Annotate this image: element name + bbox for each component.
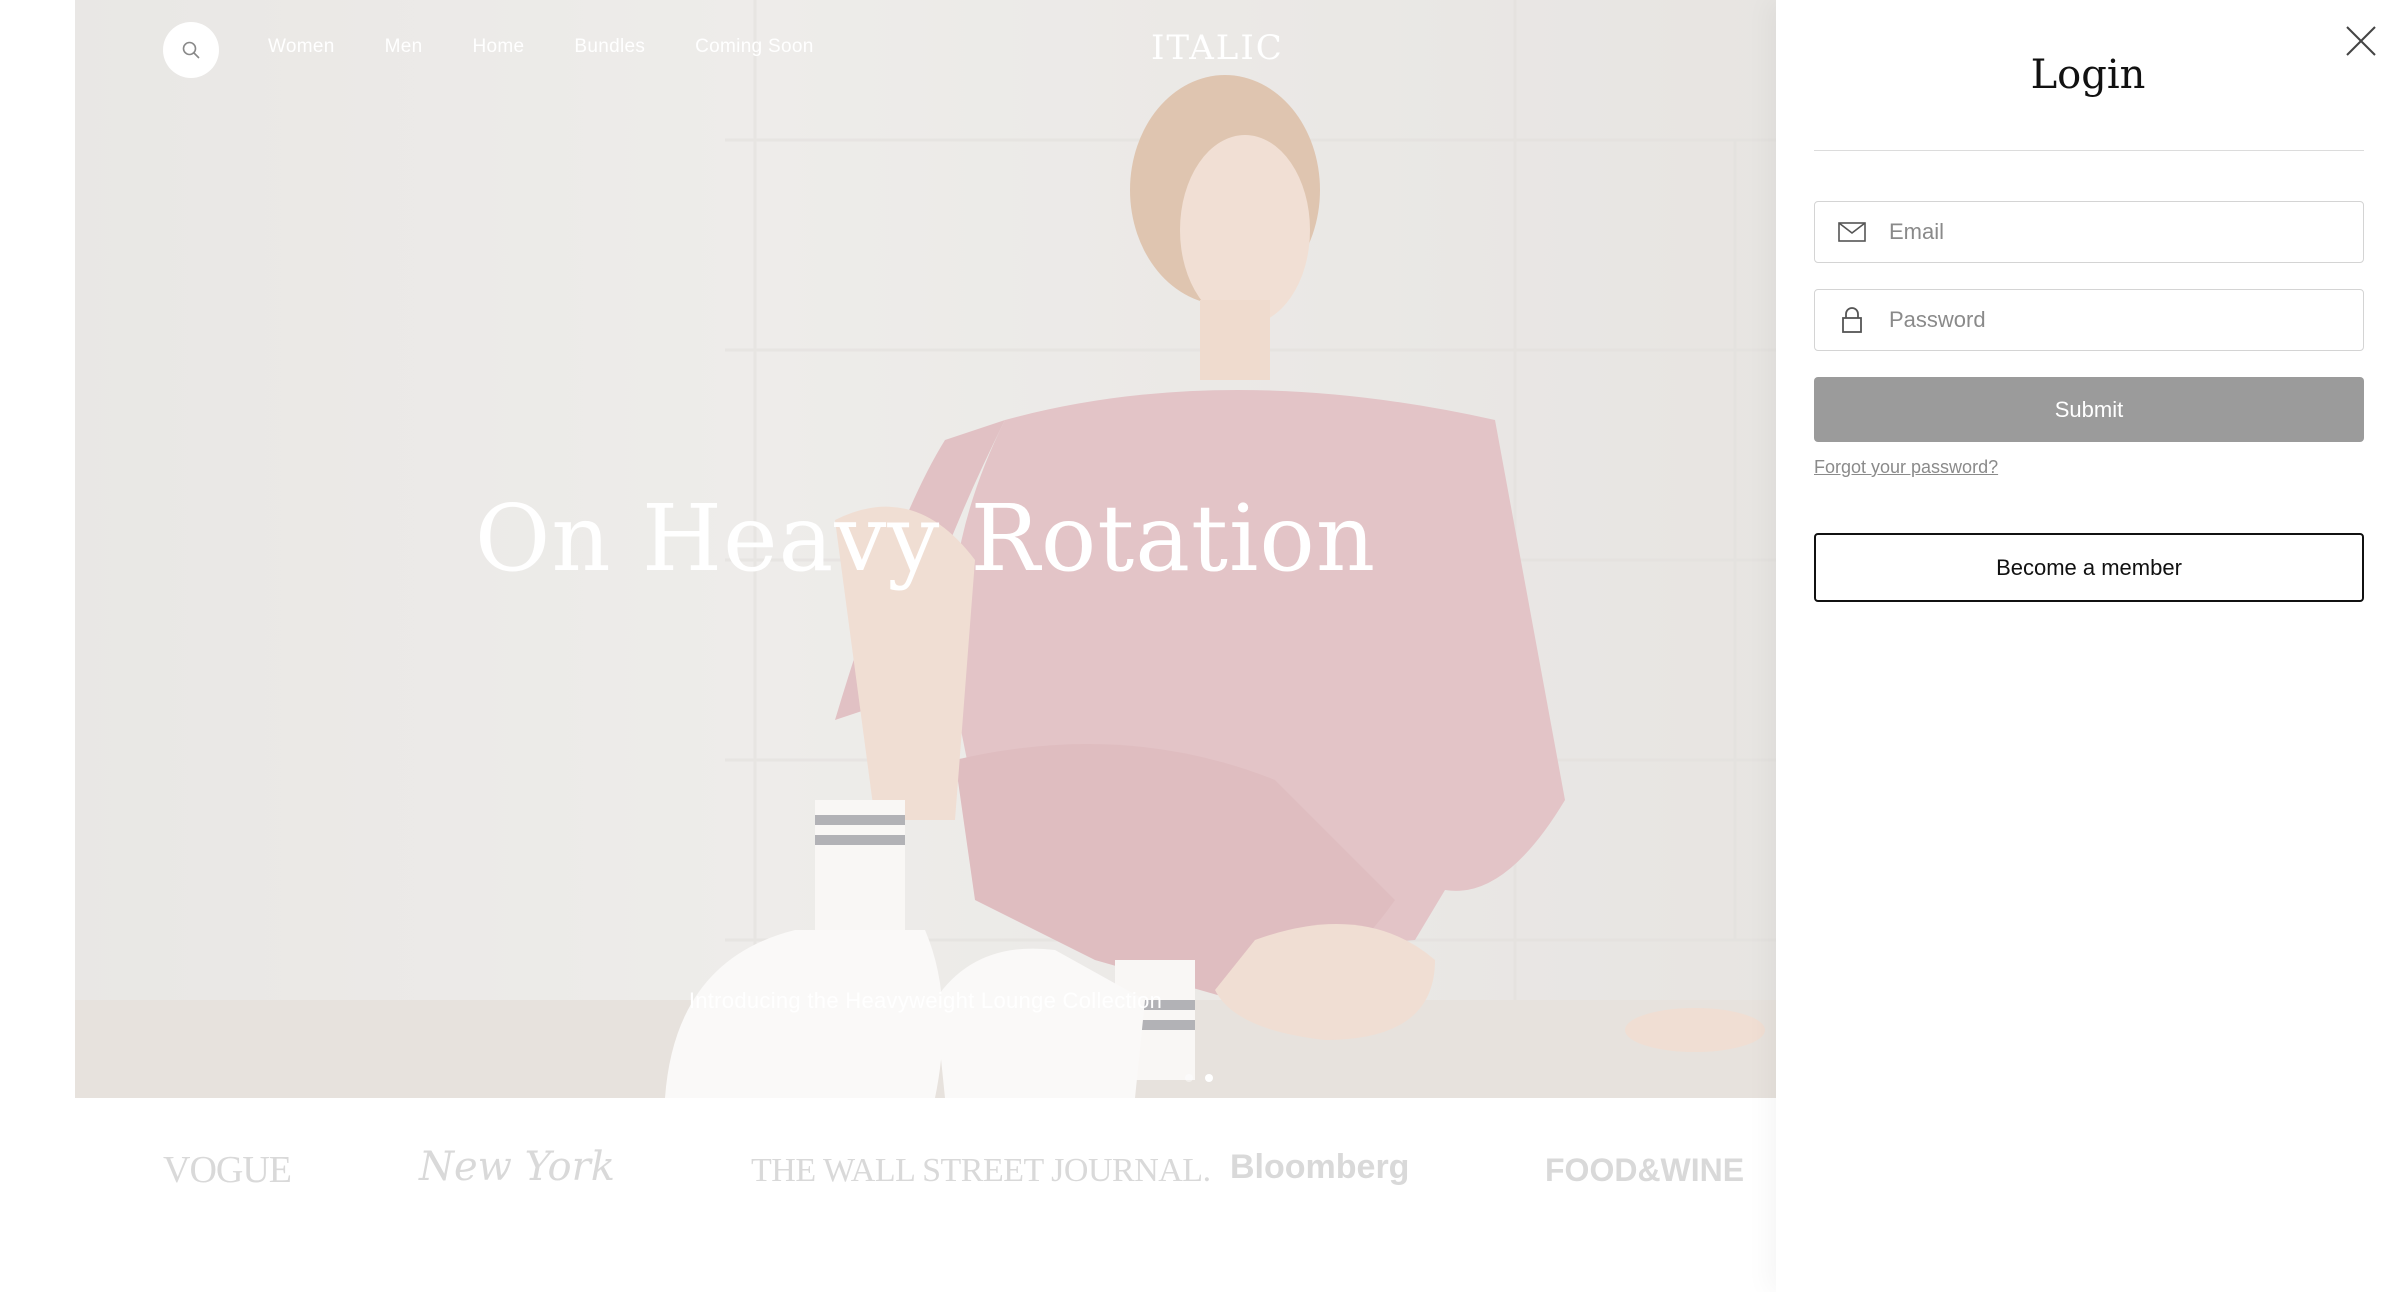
drawer-divider — [1814, 150, 2364, 151]
background-page: Women Men Home Bundles Coming Soon ITALI… — [0, 0, 1776, 1292]
mail-icon — [1815, 201, 1889, 263]
password-input[interactable] — [1889, 292, 2329, 348]
become-member-button[interactable]: Become a member — [1814, 533, 2364, 602]
lock-icon — [1815, 289, 1889, 351]
login-title: Login — [2030, 52, 2146, 98]
page-dim-overlay[interactable] — [0, 0, 1776, 1292]
email-input[interactable] — [1889, 204, 2329, 260]
login-drawer — [1776, 0, 2400, 1292]
password-field[interactable] — [1814, 289, 2364, 351]
email-field[interactable] — [1814, 201, 2364, 263]
forgot-password-link[interactable]: Forgot your password? — [1814, 457, 1998, 478]
submit-button[interactable]: Submit — [1814, 377, 2364, 442]
